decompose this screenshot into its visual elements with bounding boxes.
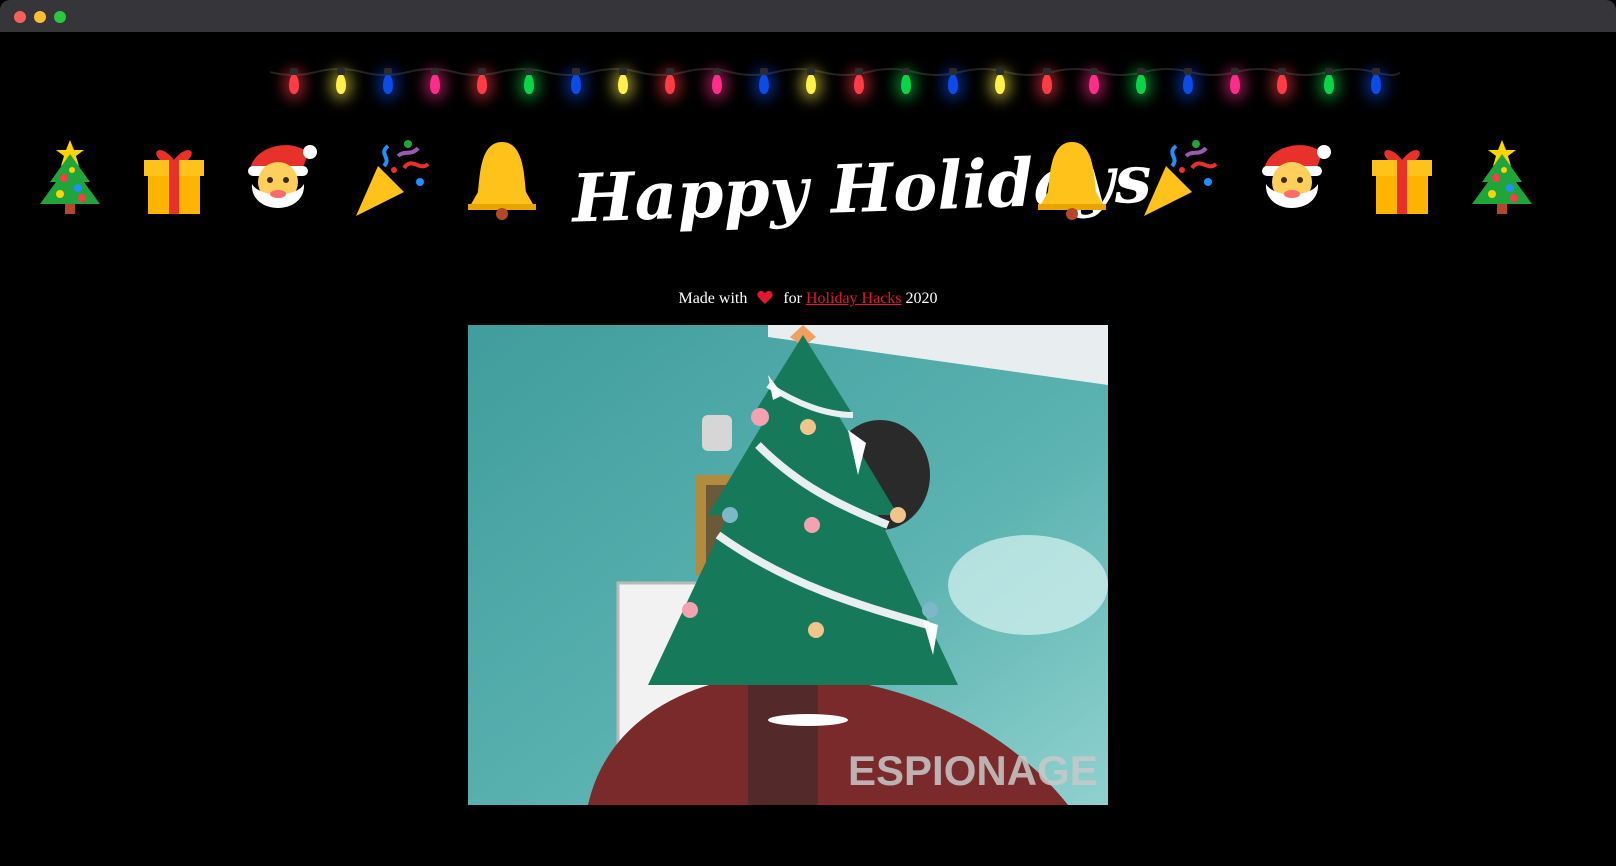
light-bulb [336,68,346,94]
santa-icon [248,145,317,208]
light-bulb [995,68,1005,94]
gift-icon [144,150,204,214]
party-popper-icon [356,140,430,216]
bell-icon [468,142,536,220]
credit-prefix: Made with [678,290,748,307]
credit-line: Made with for Holiday Hacks 2020 [0,290,1616,308]
light-bulb [854,68,864,94]
bell-icon [1038,142,1106,220]
webcam-feed: ESPIONAGE [468,325,1108,805]
shirt-print: ESPIONAGE [848,747,1098,794]
light-bulb [901,68,911,94]
credit-middle: for [783,290,802,307]
light-bulb [430,68,440,94]
minimize-window-button[interactable] [34,11,46,23]
credit-year: 2020 [905,290,938,307]
light-bulb [712,68,722,94]
maximize-window-button[interactable] [54,11,66,23]
light-bulb [383,68,393,94]
light-bulb [759,68,769,94]
gift-icon [1372,150,1432,214]
light-bulb [1183,68,1193,94]
light-bulb [618,68,628,94]
light-bulb [1371,68,1381,94]
string-lights [270,64,1400,108]
page-title: Happy Holidays [570,139,1153,238]
light-bulb [1230,68,1240,94]
santa-icon [1262,145,1331,208]
light-bulb [1136,68,1146,94]
light-bulb [1324,68,1334,94]
light-bulb [948,68,958,94]
light-bulb [1089,68,1099,94]
holiday-hacks-link[interactable]: Holiday Hacks [806,290,902,307]
party-popper-icon [1144,140,1218,216]
light-bulb [1042,68,1052,94]
light-bulb [806,68,816,94]
light-bulb [477,68,487,94]
light-bulb [1277,68,1287,94]
light-bulb [571,68,581,94]
light-bulb [665,68,675,94]
browser-window: Happy Holidays Made with for Holiday Hac… [0,0,1616,866]
webcam-scene: ESPIONAGE [468,325,1108,805]
holiday-banner: Happy Holidays [0,128,1616,248]
light-bulb [289,68,299,94]
christmas-tree-icon [40,140,100,214]
heart-icon [757,290,773,304]
title-bar [0,0,1616,32]
christmas-tree-icon [1472,140,1532,214]
light-bulb [524,68,534,94]
close-window-button[interactable] [14,11,26,23]
